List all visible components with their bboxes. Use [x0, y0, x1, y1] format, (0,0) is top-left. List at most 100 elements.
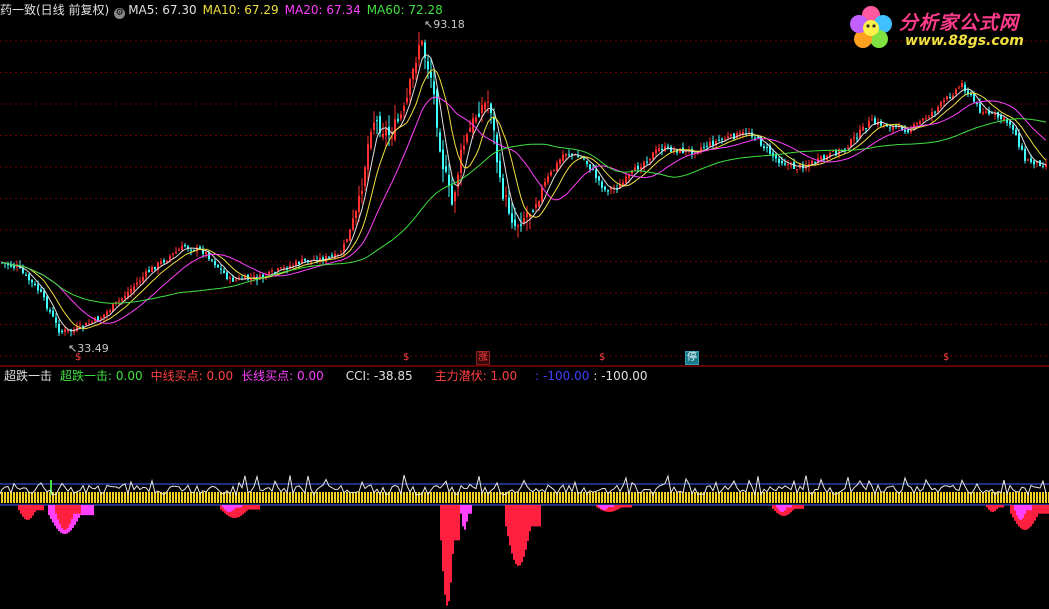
zone-bar [778, 492, 780, 503]
signal-marker-ting[interactable]: 停 [685, 351, 699, 365]
histogram-bar [1024, 505, 1026, 514]
signal-marker-s[interactable]: $ [942, 352, 950, 364]
kline-chart[interactable] [0, 0, 1049, 609]
zone-bar [940, 492, 942, 503]
signal-marker-s[interactable]: $ [74, 352, 82, 364]
candle-body [328, 256, 330, 258]
zone-bar [808, 492, 810, 503]
histogram-bar [440, 505, 442, 541]
zone-bar [40, 492, 42, 503]
candle-body [448, 174, 450, 186]
ma-value-1: MA10: 67.29 [202, 3, 279, 17]
candle-body [1000, 115, 1002, 120]
indicator-name[interactable]: 超跌一击 [4, 369, 52, 383]
zone-bar [466, 492, 468, 503]
zone-bar [244, 492, 246, 503]
candle-body [100, 317, 102, 320]
zone-bar [256, 492, 258, 503]
candle-body [637, 165, 639, 170]
zone-bar [910, 492, 912, 503]
zone-bar [634, 492, 636, 503]
candle-body [667, 146, 669, 148]
histogram-bar [521, 505, 523, 563]
zone-bar [523, 492, 525, 503]
histogram-bar [507, 505, 509, 537]
zone-bar [829, 492, 831, 503]
candle-body [604, 186, 606, 190]
zone-bar [967, 492, 969, 503]
zone-bar [1015, 492, 1017, 503]
zone-bar [328, 492, 330, 503]
candle-body [253, 276, 255, 278]
histogram-bar [65, 505, 67, 530]
zone-bar [601, 492, 603, 503]
histogram-bar [26, 505, 28, 520]
histogram-bar [792, 505, 794, 511]
histogram-bar [464, 505, 466, 530]
candle-body [526, 212, 528, 218]
signal-marker-zhang[interactable]: 涨 [476, 351, 490, 365]
candle-body [436, 89, 438, 128]
zone-bar [472, 492, 474, 503]
zone-bar [931, 492, 933, 503]
candle-body [940, 101, 942, 107]
zone-bar [460, 492, 462, 503]
histogram-bar [513, 505, 515, 560]
zone-bar [1009, 492, 1011, 503]
candle-body [1021, 145, 1023, 150]
zone-bar [526, 492, 528, 503]
zone-bar [205, 492, 207, 503]
candle-body [811, 160, 813, 165]
zone-bar [238, 492, 240, 503]
logo-url[interactable]: www.88gs.com [905, 33, 1024, 49]
gear-icon[interactable]: ⚙ [114, 8, 126, 19]
histogram-bar [798, 505, 800, 509]
zone-bar [151, 492, 153, 503]
zone-bar [109, 492, 111, 503]
zone-bar [817, 492, 819, 503]
zone-bar [340, 492, 342, 503]
candle-body [718, 139, 720, 141]
zone-bar [298, 492, 300, 503]
zone-bar [976, 492, 978, 503]
zone-bar [1003, 492, 1005, 503]
histogram-bar [519, 505, 521, 566]
candle-body [556, 162, 558, 172]
zone-bar [259, 492, 261, 503]
histogram-bar [612, 505, 614, 507]
histogram-bar [468, 505, 470, 514]
zone-bar [64, 492, 66, 503]
zone-bar [766, 492, 768, 503]
signal-marker-s[interactable]: $ [402, 352, 410, 364]
candle-body [352, 218, 354, 230]
zone-bar [412, 492, 414, 503]
histogram-bar [537, 505, 539, 527]
histogram-bar [1034, 505, 1036, 521]
zone-bar [559, 492, 561, 503]
histogram-bar [988, 505, 990, 510]
candle-body [955, 89, 957, 95]
histogram-bar [32, 505, 34, 516]
candle-body [796, 169, 798, 171]
zone-bar [658, 492, 660, 503]
histogram-bar [780, 505, 782, 512]
histogram-bar [1018, 505, 1020, 519]
zone-bar [619, 492, 621, 503]
zone-bar [742, 492, 744, 503]
candle-body [376, 120, 378, 122]
zone-bar [349, 492, 351, 503]
signal-marker-s[interactable]: $ [598, 352, 606, 364]
zone-bar [736, 492, 738, 503]
zone-bar [595, 492, 597, 503]
zone-bar [202, 492, 204, 503]
candle-body [601, 181, 603, 188]
indicator-value-2: 长线买点: 0.00 [241, 369, 324, 383]
candle-body [229, 277, 231, 279]
indicator-value-1: 中线买点: 0.00 [150, 369, 234, 383]
stock-title[interactable]: 药一致(日线 前复权) [0, 3, 109, 17]
zone-bar [883, 492, 885, 503]
zone-bar [217, 492, 219, 503]
candle-body [934, 111, 936, 113]
histogram-bar [610, 505, 612, 507]
candle-body [583, 158, 585, 160]
